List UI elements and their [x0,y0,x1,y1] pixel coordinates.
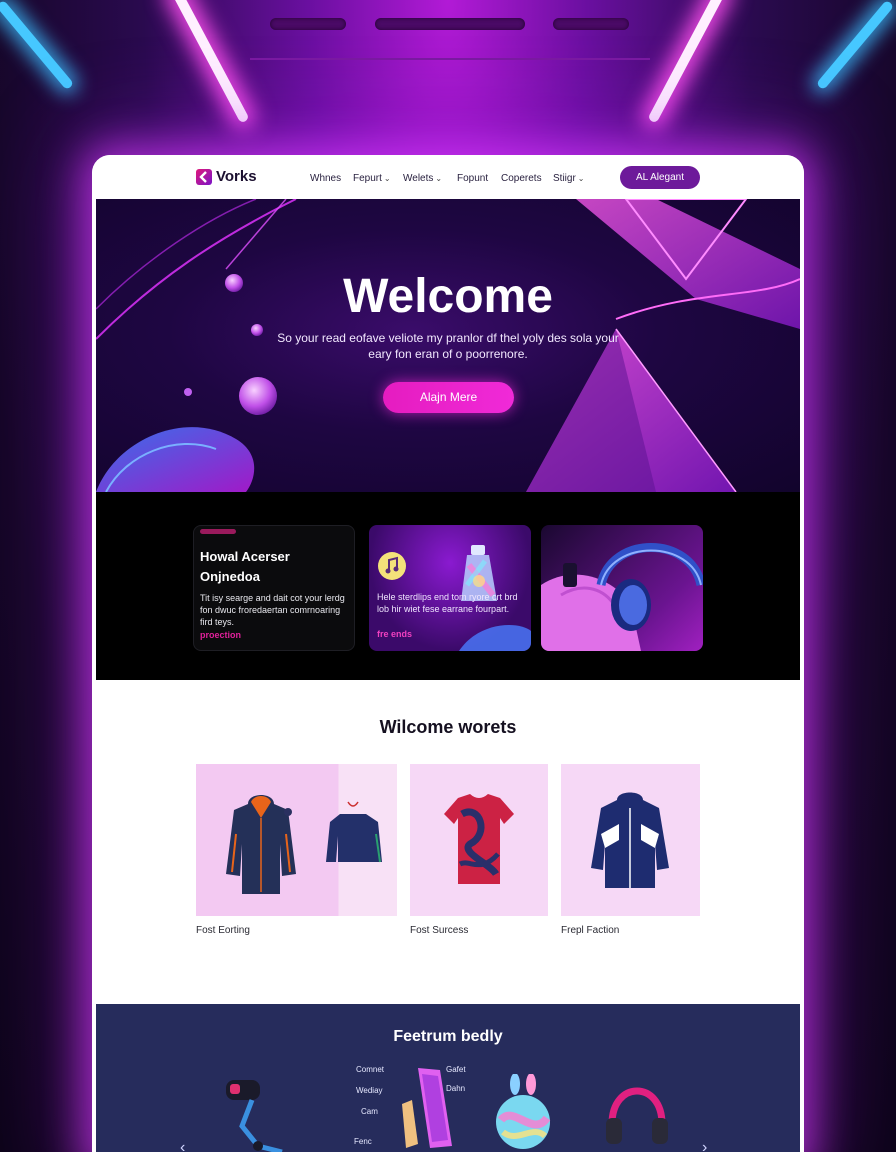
ceiling-light-inner-left [170,0,250,124]
nav-item-stiigr[interactable]: Stiigr ⌄ [553,173,585,184]
feature-card[interactable]: Howal Acerser Onjnedoa Tit isy searge an… [193,525,355,651]
hero-section: Welcome So your read eofave veliote my p… [96,199,800,492]
headphones-image [606,1087,668,1144]
nav-item-welets[interactable]: Welets ⌄ [403,173,442,184]
ceiling-light-inner-right [647,0,727,124]
chevron-down-icon: ⌄ [435,174,443,183]
ceiling-light-left [0,0,75,91]
nav-item-fopunt[interactable]: Fopunt [457,173,488,184]
headphones-hand-image [541,543,703,651]
product-card[interactable] [196,764,397,916]
product-label[interactable]: Fost Eorting [196,925,250,936]
chevron-down-icon: ⌄ [383,174,391,183]
nav-item-fepurt[interactable]: Fepurt ⌄ [353,173,391,184]
tshirt-image [444,794,514,884]
featured-label: Cam [361,1107,378,1116]
featured-label: Dahn [446,1084,466,1093]
product-label[interactable]: Fost Surcess [410,925,468,936]
ceiling-vent [375,18,525,30]
feature-card-image[interactable] [541,525,703,651]
feature-text: Hele sterdlips end tom ryore crt brd lob… [377,592,518,614]
feature-title-line1: Howal Acerser [200,549,290,564]
holographic-bunny-image [496,1074,551,1149]
phone-image [402,1068,452,1148]
nav-item-whnes[interactable]: Whnes [310,173,341,184]
featured-label: Wediay [356,1086,383,1095]
feature-card[interactable]: Hele sterdlips end tom ryore crt brd lob… [369,525,531,651]
feature-link[interactable]: fre ends [377,629,412,639]
feature-text: Tit isy searge and dait cot your lerdg f… [200,593,345,627]
products-heading: Wilcome worets [379,717,517,737]
features-section: Howal Acerser Onjnedoa Tit isy searge an… [96,492,800,680]
featured-section: Feetrum bedly Comnet Wediay Cam Fenc Gaf… [96,1004,800,1152]
nav-item-coperets[interactable]: Coperets [501,173,542,184]
chevron-down-icon: ⌄ [577,174,585,183]
hero-title: Welcome [343,270,553,323]
hero-subtitle: So your read eofave veliote my pranlor d… [277,331,619,361]
ceiling-light-right [815,0,895,91]
hoodie-image [226,795,382,894]
logo-text[interactable]: Vorks [216,168,257,185]
logo-icon[interactable] [196,169,212,185]
product-card[interactable] [561,764,700,916]
website-window: Vorks Whnes Fepurt ⌄ Welets ⌄ Fopunt Coper… [92,155,804,1152]
featured-label: Gafet [446,1065,466,1074]
feature-link[interactable]: proection [200,630,241,640]
feature-title-line2: Onjnedoa [200,569,260,584]
top-nav: Vorks Whnes Fepurt ⌄ Welets ⌄ Fopunt Coper… [92,155,804,199]
music-note-icon [378,552,406,580]
nav-cta-button[interactable]: AL Alegant [620,166,700,189]
jacket-image [591,792,669,888]
featured-label: Comnet [356,1065,385,1074]
featured-label: Fenc [354,1137,372,1146]
hero-cta-button[interactable]: Alajn Mere [383,382,514,413]
featured-heading: Feetrum bedly [393,1028,503,1045]
vr-headset-image [226,1080,283,1152]
ceiling-vent [553,18,629,30]
carousel-next-icon[interactable]: › [702,1139,707,1152]
ceiling-vent [270,18,346,30]
product-label[interactable]: Frepl Faction [561,925,619,936]
carousel-prev-icon[interactable]: ‹ [180,1139,185,1152]
accent-bar [200,529,236,534]
ceiling-line [250,58,650,60]
product-card[interactable] [410,764,548,916]
